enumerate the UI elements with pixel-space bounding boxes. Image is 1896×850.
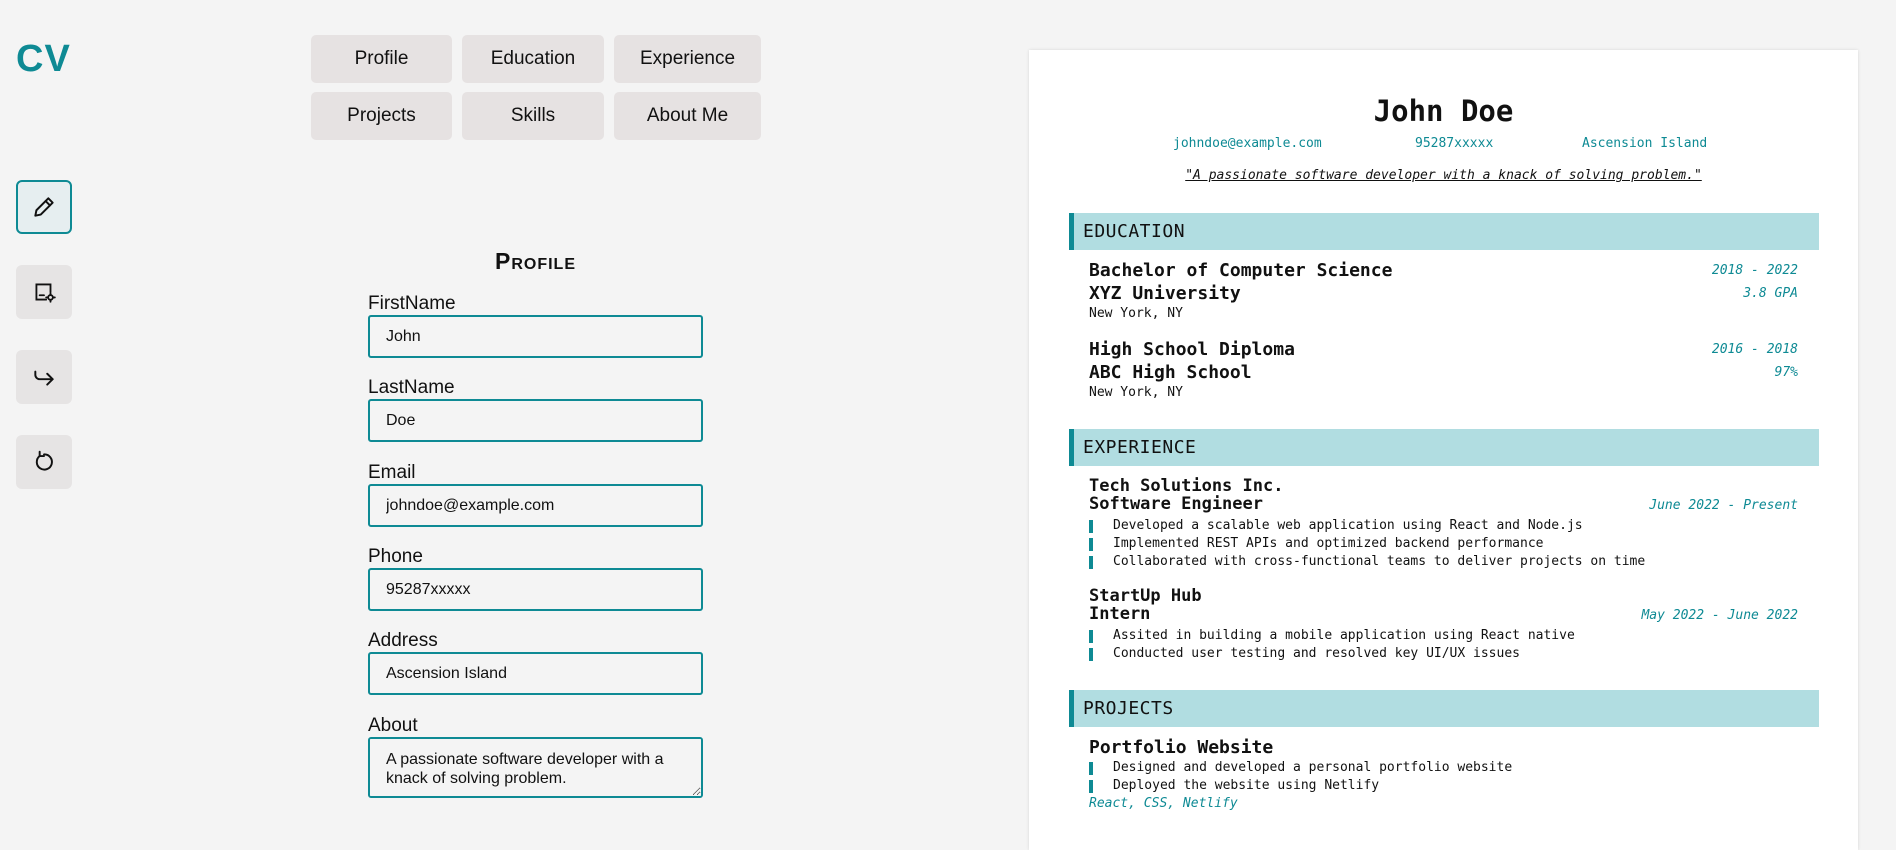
- education-location: New York, NY: [1089, 306, 1183, 321]
- tab-about-me[interactable]: About Me: [614, 92, 761, 140]
- firstname-label: FirstName: [368, 293, 456, 314]
- about-textarea[interactable]: A passionate software developer with a k…: [368, 737, 703, 798]
- resume-address: Ascension Island: [1582, 136, 1708, 151]
- experience-bullet: Collaborated with cross-functional teams…: [1089, 554, 1645, 569]
- resume-email: johndoe@example.com: [1173, 136, 1322, 151]
- education-score: 97%: [1774, 365, 1798, 380]
- export-button[interactable]: [16, 350, 72, 404]
- address-label: Address: [368, 630, 438, 651]
- experience-bullet: Assited in building a mobile application…: [1089, 628, 1575, 643]
- experience-role: Intern: [1089, 604, 1151, 624]
- resume-quote: "A passionate software developer with a …: [1185, 168, 1702, 183]
- edit-button[interactable]: [16, 180, 72, 234]
- education-years: 2016 - 2018: [1711, 342, 1798, 357]
- tab-experience[interactable]: Experience: [614, 35, 761, 83]
- project-bullet: Designed and developed a personal portfo…: [1089, 760, 1512, 775]
- phone-input[interactable]: [368, 568, 703, 611]
- project-bullet: Deployed the website using Netlify: [1089, 778, 1379, 793]
- tab-education[interactable]: Education: [462, 35, 604, 83]
- email-label: Email: [368, 462, 416, 483]
- share-icon: [34, 370, 54, 386]
- experience-bullet: Developed a scalable web application usi…: [1089, 518, 1583, 533]
- reset-icon: [35, 450, 53, 471]
- education-school: ABC High School: [1089, 362, 1252, 383]
- experience-bullet: Implemented REST APIs and optimized back…: [1089, 536, 1543, 551]
- form-title: Profile: [494, 248, 576, 274]
- resume-name: John Doe: [1373, 94, 1514, 128]
- experience-bullet: Conducted user testing and resolved key …: [1089, 646, 1520, 661]
- education-section-header: EDUCATION: [1069, 213, 1819, 250]
- education-years: 2018 - 2022: [1711, 263, 1798, 278]
- experience-section-header: EXPERIENCE: [1069, 429, 1819, 466]
- reset-button[interactable]: [16, 435, 72, 489]
- education-score: 3.8 GPA: [1743, 286, 1798, 301]
- about-label: About: [368, 715, 418, 736]
- experience-company: Tech Solutions Inc.: [1089, 476, 1284, 496]
- education-degree: High School Diploma: [1089, 339, 1295, 360]
- resume-phone: 95287xxxxx: [1415, 136, 1494, 151]
- experience-dates: June 2022 - Present: [1649, 498, 1798, 513]
- resume-preview: John Doe johndoe@example.com 95287xxxxx …: [1029, 50, 1858, 850]
- template-settings-button[interactable]: [16, 265, 72, 319]
- lastname-label: LastName: [368, 377, 455, 398]
- project-title: Portfolio Website: [1089, 737, 1274, 758]
- tab-projects[interactable]: Projects: [311, 92, 452, 140]
- tab-profile[interactable]: Profile: [311, 35, 452, 83]
- education-school: XYZ University: [1089, 283, 1241, 304]
- experience-dates: May 2022 - June 2022: [1641, 608, 1798, 623]
- email-input[interactable]: [368, 484, 703, 527]
- project-tech: React, CSS, Netlify: [1089, 796, 1238, 811]
- phone-label: Phone: [368, 546, 423, 567]
- app-logo: CV: [16, 38, 71, 80]
- template-settings-icon: [35, 283, 56, 303]
- education-location: New York, NY: [1089, 385, 1183, 400]
- projects-section-header: PROJECTS: [1069, 690, 1819, 727]
- lastname-input[interactable]: [368, 399, 703, 442]
- experience-role: Software Engineer: [1089, 494, 1263, 514]
- education-degree: Bachelor of Computer Science: [1089, 260, 1393, 281]
- experience-company: StartUp Hub: [1089, 586, 1202, 606]
- address-input[interactable]: [368, 652, 703, 695]
- pencil-icon: [34, 197, 54, 217]
- tab-skills[interactable]: Skills: [462, 92, 604, 140]
- firstname-input[interactable]: [368, 315, 703, 358]
